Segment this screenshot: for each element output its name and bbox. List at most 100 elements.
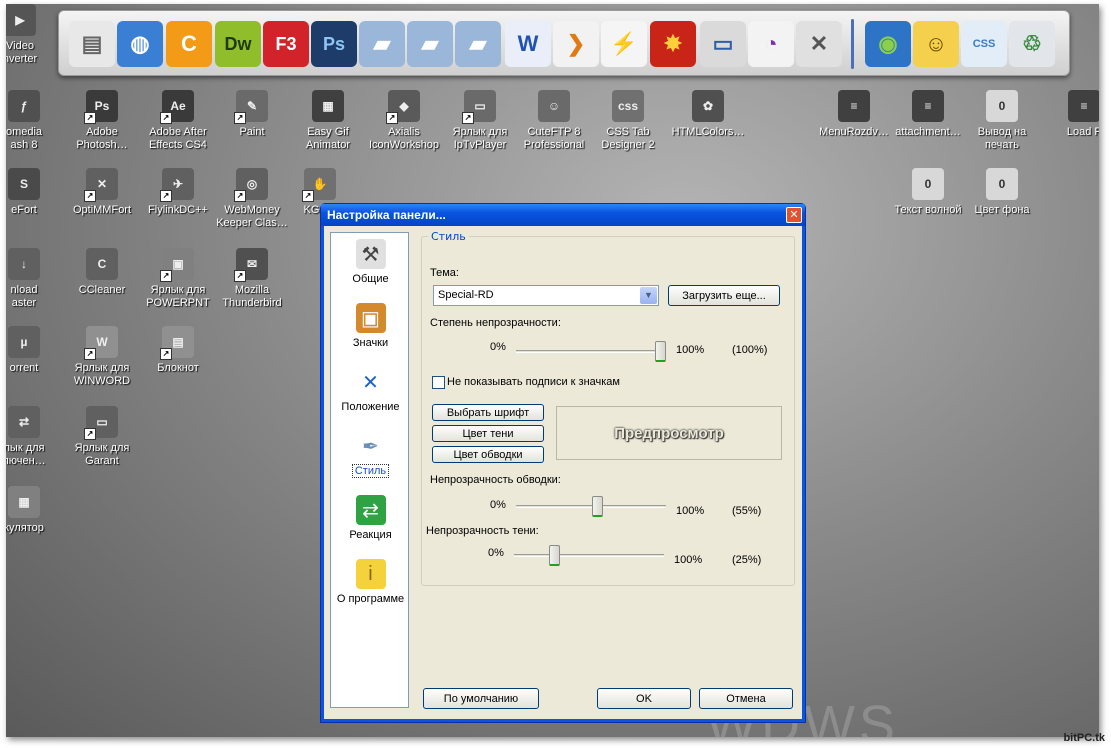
htmlcolors-icon[interactable]: ✿ HTMLColors… bbox=[670, 90, 746, 139]
word-icon[interactable]: W bbox=[505, 21, 551, 67]
shadow-opacity-label: Непрозрачность тени: bbox=[426, 525, 539, 537]
desktop-icon-label: CuteFTP 8 Professional bbox=[523, 126, 585, 151]
optimmfort-glyph-icon: ✕ bbox=[84, 168, 118, 202]
background-color-icon[interactable]: 0 Цвет фона bbox=[964, 168, 1040, 217]
video-converter-glyph-icon: ▶ bbox=[6, 4, 36, 36]
shadow-color-button[interactable]: Цвет тени bbox=[432, 425, 544, 442]
paint-icon[interactable]: ✎ Paint bbox=[214, 90, 290, 139]
thunderbird-icon[interactable]: ✉Mozilla Thunderbird bbox=[214, 248, 290, 310]
css-file-icon[interactable]: CSS bbox=[961, 21, 1007, 67]
chevron-down-icon[interactable]: ▼ bbox=[640, 287, 657, 304]
flylinkdc-icon[interactable]: ✈ FlylinkDC++ bbox=[140, 168, 216, 217]
dreamweaver-icon[interactable]: Dw bbox=[215, 21, 261, 67]
nav-style[interactable]: ✒ Стиль bbox=[331, 431, 410, 478]
winword-shortcut-icon[interactable]: WЯрлык для WINWORD bbox=[64, 326, 140, 388]
utorrent-icon[interactable]: µ orrent bbox=[6, 326, 62, 375]
photoshop-icon[interactable]: Ps bbox=[311, 21, 357, 67]
macromedia-flash-glyph-icon: ƒ bbox=[8, 90, 40, 122]
ccleaner-glyph-icon: C bbox=[86, 248, 118, 280]
smiley-folder-icon[interactable]: ☺ bbox=[913, 21, 959, 67]
border-opacity-value: (55%) bbox=[732, 505, 762, 517]
nav-icons[interactable]: ▣ Значки bbox=[331, 303, 410, 349]
fire-icon[interactable]: ✸ bbox=[650, 21, 696, 67]
border-opacity-min: 0% bbox=[490, 499, 506, 511]
optimmfort-icon[interactable]: ✕ OptiMMFort bbox=[64, 168, 140, 217]
earth-icon[interactable]: ◉ bbox=[865, 21, 911, 67]
easy-gif-animator-icon[interactable]: ▦ Easy Gif Animator bbox=[290, 90, 366, 152]
settings-nav: ⚒ Общие ▣ Значки ✕ Положение ✒ Стиль ⇄ Реакция i О … bbox=[330, 232, 409, 708]
border-color-button[interactable]: Цвет обводки bbox=[432, 446, 544, 463]
hide-captions-label[interactable]: Не показывать подписи к значкам bbox=[447, 376, 620, 388]
dialog-client: ⚒ Общие ▣ Значки ✕ Положение ✒ Стиль ⇄ Реакция i О … bbox=[324, 226, 802, 719]
axialis-iconworkshop-icon[interactable]: ◆Axialis IconWorkshop bbox=[366, 90, 442, 152]
nav-general[interactable]: ⚒ Общие bbox=[331, 239, 410, 285]
notepad-desktop-glyph-icon: ▤ bbox=[160, 326, 194, 360]
iptvplayer-icon[interactable]: ▭Ярлык для IpTvPlayer bbox=[442, 90, 518, 152]
calculator-icon[interactable]: ▦ кулятор bbox=[6, 486, 62, 535]
notepad-desktop-icon[interactable]: ▤ Блокнот bbox=[140, 326, 216, 375]
recycle-bin-icon[interactable]: ♲ bbox=[1009, 21, 1055, 67]
opacity-slider-track[interactable] bbox=[516, 350, 666, 353]
opacity-slider-thumb[interactable] bbox=[655, 341, 666, 362]
dialog-titlebar[interactable]: Настройка панели... bbox=[321, 204, 805, 226]
desktop-icon-label: Ярлык для POWERPNT bbox=[146, 284, 210, 309]
background-color-glyph-icon: 0 bbox=[986, 168, 1018, 200]
download-master-icon[interactable]: ↓ nload aster bbox=[6, 248, 62, 310]
desktop-icon-label: Paint bbox=[239, 126, 265, 138]
border-opacity-slider-thumb[interactable] bbox=[592, 496, 604, 517]
css-tab-designer-icon[interactable]: css CSS Tab Designer 2 bbox=[590, 90, 666, 152]
ok-button[interactable]: OK bbox=[597, 688, 691, 709]
cclean-icon[interactable]: C bbox=[166, 21, 212, 67]
theme-select[interactable]: Special-RD ▼ bbox=[433, 285, 659, 306]
rainbow-icon[interactable]: ◔ bbox=[748, 21, 794, 67]
macromedia-flash-icon[interactable]: ƒ omedia ash 8 bbox=[6, 90, 62, 152]
flashget-icon[interactable]: F3 bbox=[263, 21, 309, 67]
cancel-button[interactable]: Отмена bbox=[699, 688, 793, 709]
shadow-opacity-slider-track[interactable] bbox=[514, 554, 664, 557]
globe-network-icon[interactable]: ◍ bbox=[117, 21, 163, 67]
video-converter-icon[interactable]: ▶ Video nverter bbox=[6, 4, 58, 66]
notepad-icon[interactable]: ▤ bbox=[69, 21, 115, 67]
border-opacity-slider-track[interactable] bbox=[516, 505, 666, 508]
hide-captions-checkbox[interactable] bbox=[432, 376, 445, 389]
load-more-button[interactable]: Загрузить еще... bbox=[668, 285, 780, 306]
nav-about[interactable]: i О программе bbox=[331, 559, 410, 605]
theme-label: Тема: bbox=[430, 267, 459, 279]
cuteftp-icon[interactable]: ☺ CuteFTP 8 Professional bbox=[516, 90, 592, 152]
desktop-icon-label: attachment… bbox=[895, 126, 961, 138]
adobe-after-effects-icon[interactable]: AeAdobe After Effects CS4 bbox=[140, 90, 216, 152]
connection-shortcut-icon[interactable]: ⇄ лык для лючен… bbox=[6, 406, 62, 468]
webmoney-icon[interactable]: ◎WebMoney Keeper Clas… bbox=[214, 168, 290, 230]
ccleaner-icon[interactable]: C CCleaner bbox=[64, 248, 140, 297]
tools-icon[interactable]: ✕ bbox=[796, 21, 842, 67]
load-file-icon[interactable]: ≡ Load F bbox=[1046, 90, 1099, 139]
folder-icon-2[interactable]: ▰ bbox=[407, 21, 453, 67]
close-button[interactable]: ✕ bbox=[786, 207, 802, 223]
desktop-icon-label: Video nverter bbox=[6, 40, 38, 65]
coloured-arrows-icon[interactable]: ❯ bbox=[553, 21, 599, 67]
safefort-icon[interactable]: SeFort bbox=[6, 168, 62, 217]
theme-select-value: Special-RD bbox=[438, 289, 494, 301]
lightning-icon[interactable]: ⚡ bbox=[601, 21, 647, 67]
shadow-opacity-max: 100% bbox=[674, 554, 703, 566]
shadow-opacity-slider-thumb[interactable] bbox=[548, 545, 560, 566]
attachment-icon[interactable]: ≡ attachment… bbox=[890, 90, 966, 139]
adobe-photoshop-icon[interactable]: PsAdobe Photosh… bbox=[64, 90, 140, 152]
nav-reaction[interactable]: ⇄ Реакция bbox=[331, 495, 410, 541]
nav-label: Значки bbox=[352, 337, 389, 349]
folder-icon[interactable]: ▰ bbox=[359, 21, 405, 67]
group-title: Стиль bbox=[428, 230, 469, 243]
menurozdv-icon[interactable]: ≡ MenuRozdv… bbox=[816, 90, 892, 139]
nav-label: Общие bbox=[352, 273, 389, 285]
garant-shortcut-icon[interactable]: ▭Ярлык для Garant bbox=[64, 406, 140, 468]
print-output-icon[interactable]: 0 Вывод на печать bbox=[964, 90, 1040, 152]
text-wave-icon[interactable]: 0 Текст волной bbox=[890, 168, 966, 217]
border-opacity-max: 100% bbox=[676, 505, 705, 517]
computer-icon[interactable]: ▭ bbox=[700, 21, 746, 67]
default-button[interactable]: По умолчанию bbox=[423, 688, 539, 709]
nav-position[interactable]: ✕ Положение bbox=[331, 367, 410, 413]
desktop-icon-label: MenuRozdv… bbox=[819, 126, 889, 138]
choose-font-button[interactable]: Выбрать шрифт bbox=[432, 404, 544, 421]
powerpnt-shortcut-icon[interactable]: ▣Ярлык для POWERPNT bbox=[140, 248, 216, 310]
folder-icon-3[interactable]: ▰ bbox=[455, 21, 501, 67]
